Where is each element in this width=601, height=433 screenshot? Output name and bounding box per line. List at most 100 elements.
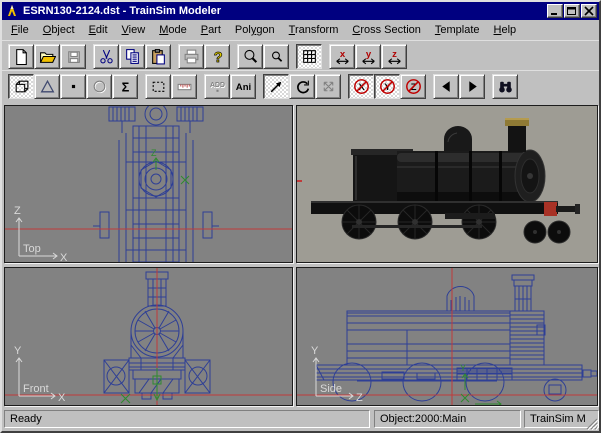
ruler-icon	[176, 78, 193, 95]
zoom-out-icon	[268, 48, 285, 65]
triangle-tool-icon	[39, 78, 56, 95]
extent-x-button[interactable]: x	[329, 44, 355, 69]
viewport-top[interactable]: Z Z Top X	[4, 105, 293, 263]
add-text-icon: ADDADD	[209, 78, 226, 95]
window-title: ESRN130-2124.dst - TrainSim Modeler	[23, 5, 546, 17]
locomotive-render	[297, 106, 597, 262]
cut-icon	[98, 48, 115, 65]
menu-polygon[interactable]: Polygon	[228, 22, 282, 38]
select-rect-icon	[150, 78, 167, 95]
grid-button[interactable]	[296, 44, 322, 69]
viewport-label: Side	[320, 383, 342, 395]
status-bar: Ready Object:2000:Main TrainSim M	[2, 407, 599, 431]
side-view-wireframe	[316, 275, 597, 401]
cut-button[interactable]	[93, 44, 119, 69]
menu-view[interactable]: View	[115, 22, 153, 38]
box-tool-button[interactable]	[8, 74, 34, 99]
viewport-label: Top	[23, 243, 41, 255]
prev-part-button[interactable]	[433, 74, 459, 99]
maximize-button[interactable]	[564, 4, 580, 18]
triangle-tool-button[interactable]	[34, 74, 60, 99]
sigma-tool-icon: Σ	[117, 78, 134, 95]
no-axis-icon: Y	[379, 78, 396, 95]
minimize-button[interactable]	[547, 4, 563, 18]
menu-edit[interactable]: Edit	[82, 22, 115, 38]
scale-tool-button	[315, 74, 341, 99]
select-rect-button[interactable]	[145, 74, 171, 99]
menu-template[interactable]: Template	[428, 22, 487, 38]
lock-y-button[interactable]: Y	[374, 74, 400, 99]
axis-v-label: Z	[14, 205, 21, 217]
svg-text:x: x	[339, 49, 345, 60]
no-axis-icon: Z	[405, 78, 422, 95]
move-tool-button[interactable]	[263, 74, 289, 99]
origin-marker	[121, 368, 161, 403]
menu-help[interactable]: Help	[487, 22, 524, 38]
copy-button[interactable]	[119, 44, 145, 69]
app-icon	[4, 4, 20, 18]
next-icon	[464, 78, 481, 95]
viewport-side[interactable]: Y Y Side Z	[296, 267, 598, 406]
sigma-tool-button[interactable]: Σ	[112, 74, 138, 99]
resize-grip[interactable]	[585, 417, 598, 430]
help-icon: ?	[209, 48, 226, 65]
viewport-label: Front	[23, 383, 49, 395]
zoom-in-icon	[242, 48, 259, 65]
axis-extent-icon: y	[360, 48, 377, 65]
lock-z-button[interactable]: Z	[400, 74, 426, 99]
point-tool-icon	[65, 78, 82, 95]
move-arrow-icon	[268, 78, 285, 95]
next-part-button[interactable]	[459, 74, 485, 99]
menu-object[interactable]: Object	[36, 22, 82, 38]
copy-icon	[124, 48, 141, 65]
scale-icon	[320, 78, 337, 95]
close-button[interactable]	[581, 4, 597, 18]
save-file-button	[60, 44, 86, 69]
zoom-out-button[interactable]	[263, 44, 289, 69]
find-button[interactable]	[492, 74, 518, 99]
svg-text:Ani: Ani	[235, 82, 250, 93]
extent-y-button[interactable]: y	[355, 44, 381, 69]
open-file-icon	[39, 48, 56, 65]
status-ready: Ready	[4, 410, 370, 428]
viewport-front[interactable]: Y Front X	[4, 267, 293, 406]
point-tool-button[interactable]	[60, 74, 86, 99]
paste-button[interactable]	[145, 44, 171, 69]
minimize-icon	[549, 6, 561, 16]
green-axis-label: Y	[460, 363, 466, 373]
maximize-icon	[566, 6, 578, 16]
zoom-in-button[interactable]	[237, 44, 263, 69]
ani-text-icon: Ani	[235, 78, 252, 95]
print-button	[178, 44, 204, 69]
print-icon	[183, 48, 200, 65]
axis-h-label: X	[60, 252, 68, 262]
toolbar-standard: ? x y z	[2, 40, 599, 74]
workspace: Z Z Top X	[2, 103, 599, 407]
svg-text:y: y	[365, 49, 371, 60]
new-file-icon	[13, 48, 30, 65]
svg-text:?: ?	[213, 50, 222, 65]
menu-file[interactable]: File	[4, 22, 36, 38]
animate-button[interactable]: Ani	[230, 74, 256, 99]
help-button[interactable]: ?	[204, 44, 230, 69]
extent-z-button[interactable]: z	[381, 44, 407, 69]
rotate-tool-button[interactable]	[289, 74, 315, 99]
find-icon	[497, 78, 514, 95]
lock-x-button[interactable]: X	[348, 74, 374, 99]
new-file-button[interactable]	[8, 44, 34, 69]
save-file-icon	[65, 48, 82, 65]
title-bar[interactable]: ESRN130-2124.dst - TrainSim Modeler	[2, 2, 599, 20]
svg-text:Σ: Σ	[121, 79, 129, 94]
no-axis-icon: X	[353, 78, 370, 95]
circle-tool-button	[86, 74, 112, 99]
open-file-button[interactable]	[34, 44, 60, 69]
svg-text:z: z	[392, 49, 397, 60]
menu-cross-section[interactable]: Cross Section	[345, 22, 427, 38]
menu-part[interactable]: Part	[194, 22, 228, 38]
menu-transform[interactable]: Transform	[282, 22, 346, 38]
status-object: Object:2000:Main	[374, 410, 521, 428]
menu-mode[interactable]: Mode	[152, 22, 194, 38]
svg-text:ADD: ADD	[210, 82, 225, 89]
axis-extent-icon: z	[386, 48, 403, 65]
viewport-perspective[interactable]	[296, 105, 598, 263]
